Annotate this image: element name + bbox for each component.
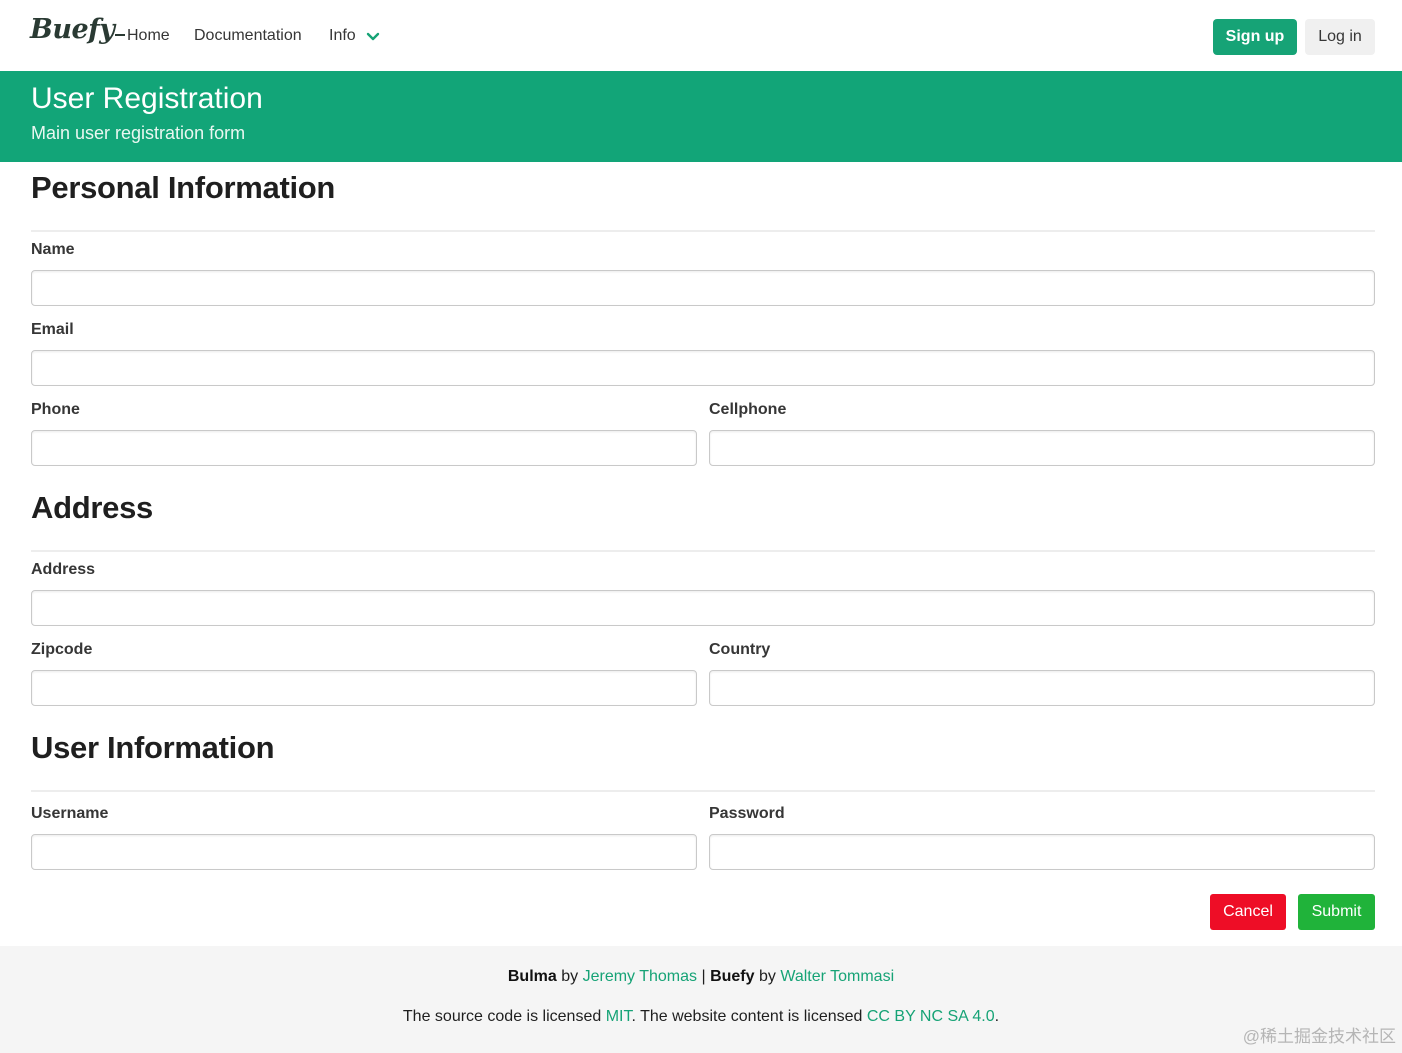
page-subtitle: Main user registration form xyxy=(31,123,246,143)
password-label: Password xyxy=(709,805,785,822)
signup-button[interactable]: Sign up xyxy=(1213,19,1297,55)
link-jeremy-thomas[interactable]: Jeremy Thomas xyxy=(583,968,697,985)
address-field[interactable] xyxy=(31,590,1375,626)
login-button[interactable]: Log in xyxy=(1305,19,1375,55)
email-label: Email xyxy=(31,321,74,338)
footer-bulma: Bulma xyxy=(507,968,557,985)
phone-label: Phone xyxy=(31,401,80,418)
footer-buefy: Buefy xyxy=(710,968,755,985)
brand-logo[interactable]: Buefy xyxy=(30,14,126,45)
zipcode-label: Zipcode xyxy=(31,641,93,658)
section-divider xyxy=(31,790,1375,792)
footer-by: by xyxy=(758,968,776,985)
zipcode-field[interactable] xyxy=(31,670,697,706)
cellphone-field[interactable] xyxy=(709,430,1375,466)
chevron-down-icon[interactable] xyxy=(366,30,380,44)
link-cc-license[interactable]: CC BY NC SA 4.0 xyxy=(867,1008,995,1025)
nav-item-info[interactable]: Info xyxy=(329,27,356,45)
username-label: Username xyxy=(31,805,109,822)
cellphone-label: Cellphone xyxy=(709,401,787,418)
link-mit[interactable]: MIT xyxy=(606,1008,632,1025)
section-divider xyxy=(31,230,1375,232)
footer-credits: Bulma by Jeremy Thomas | Buefy by Walter… xyxy=(0,968,1402,986)
password-field[interactable] xyxy=(709,834,1375,870)
nav-item-home[interactable]: Home xyxy=(127,27,170,45)
navbar: Buefy Home Documentation Info Sign up Lo… xyxy=(0,0,1402,71)
page-title: User Registration xyxy=(31,82,263,115)
name-label: Name xyxy=(31,241,75,258)
hero-banner: User Registration Main user registration… xyxy=(0,71,1402,162)
country-label: Country xyxy=(709,641,771,658)
section-title-address: Address xyxy=(31,490,153,525)
phone-field[interactable] xyxy=(31,430,697,466)
cancel-button[interactable]: Cancel xyxy=(1210,894,1286,930)
email-field[interactable] xyxy=(31,350,1375,386)
license-middle: . The website content is licensed xyxy=(631,1008,863,1025)
section-title-personal: Personal Information xyxy=(31,170,336,205)
footer-license: The source code is licensed MIT. The web… xyxy=(0,1008,1402,1026)
footer: Bulma by Jeremy Thomas | Buefy by Walter… xyxy=(0,946,1402,1053)
address-label: Address xyxy=(31,561,96,578)
username-field[interactable] xyxy=(31,834,697,870)
name-field[interactable] xyxy=(31,270,1375,306)
country-field[interactable] xyxy=(709,670,1375,706)
section-title-user: User Information xyxy=(31,730,275,765)
link-walter-tommasi[interactable]: Walter Tommasi xyxy=(780,968,894,985)
nav-item-documentation[interactable]: Documentation xyxy=(194,27,302,45)
submit-button[interactable]: Submit xyxy=(1298,894,1375,930)
license-prefix: The source code is licensed xyxy=(402,1008,602,1025)
footer-separator: | xyxy=(701,968,706,985)
footer-by: by xyxy=(561,968,579,985)
watermark: @稀土掘金技术社区 xyxy=(1242,1027,1396,1046)
license-suffix: . xyxy=(994,1008,1000,1025)
section-divider xyxy=(31,550,1375,552)
